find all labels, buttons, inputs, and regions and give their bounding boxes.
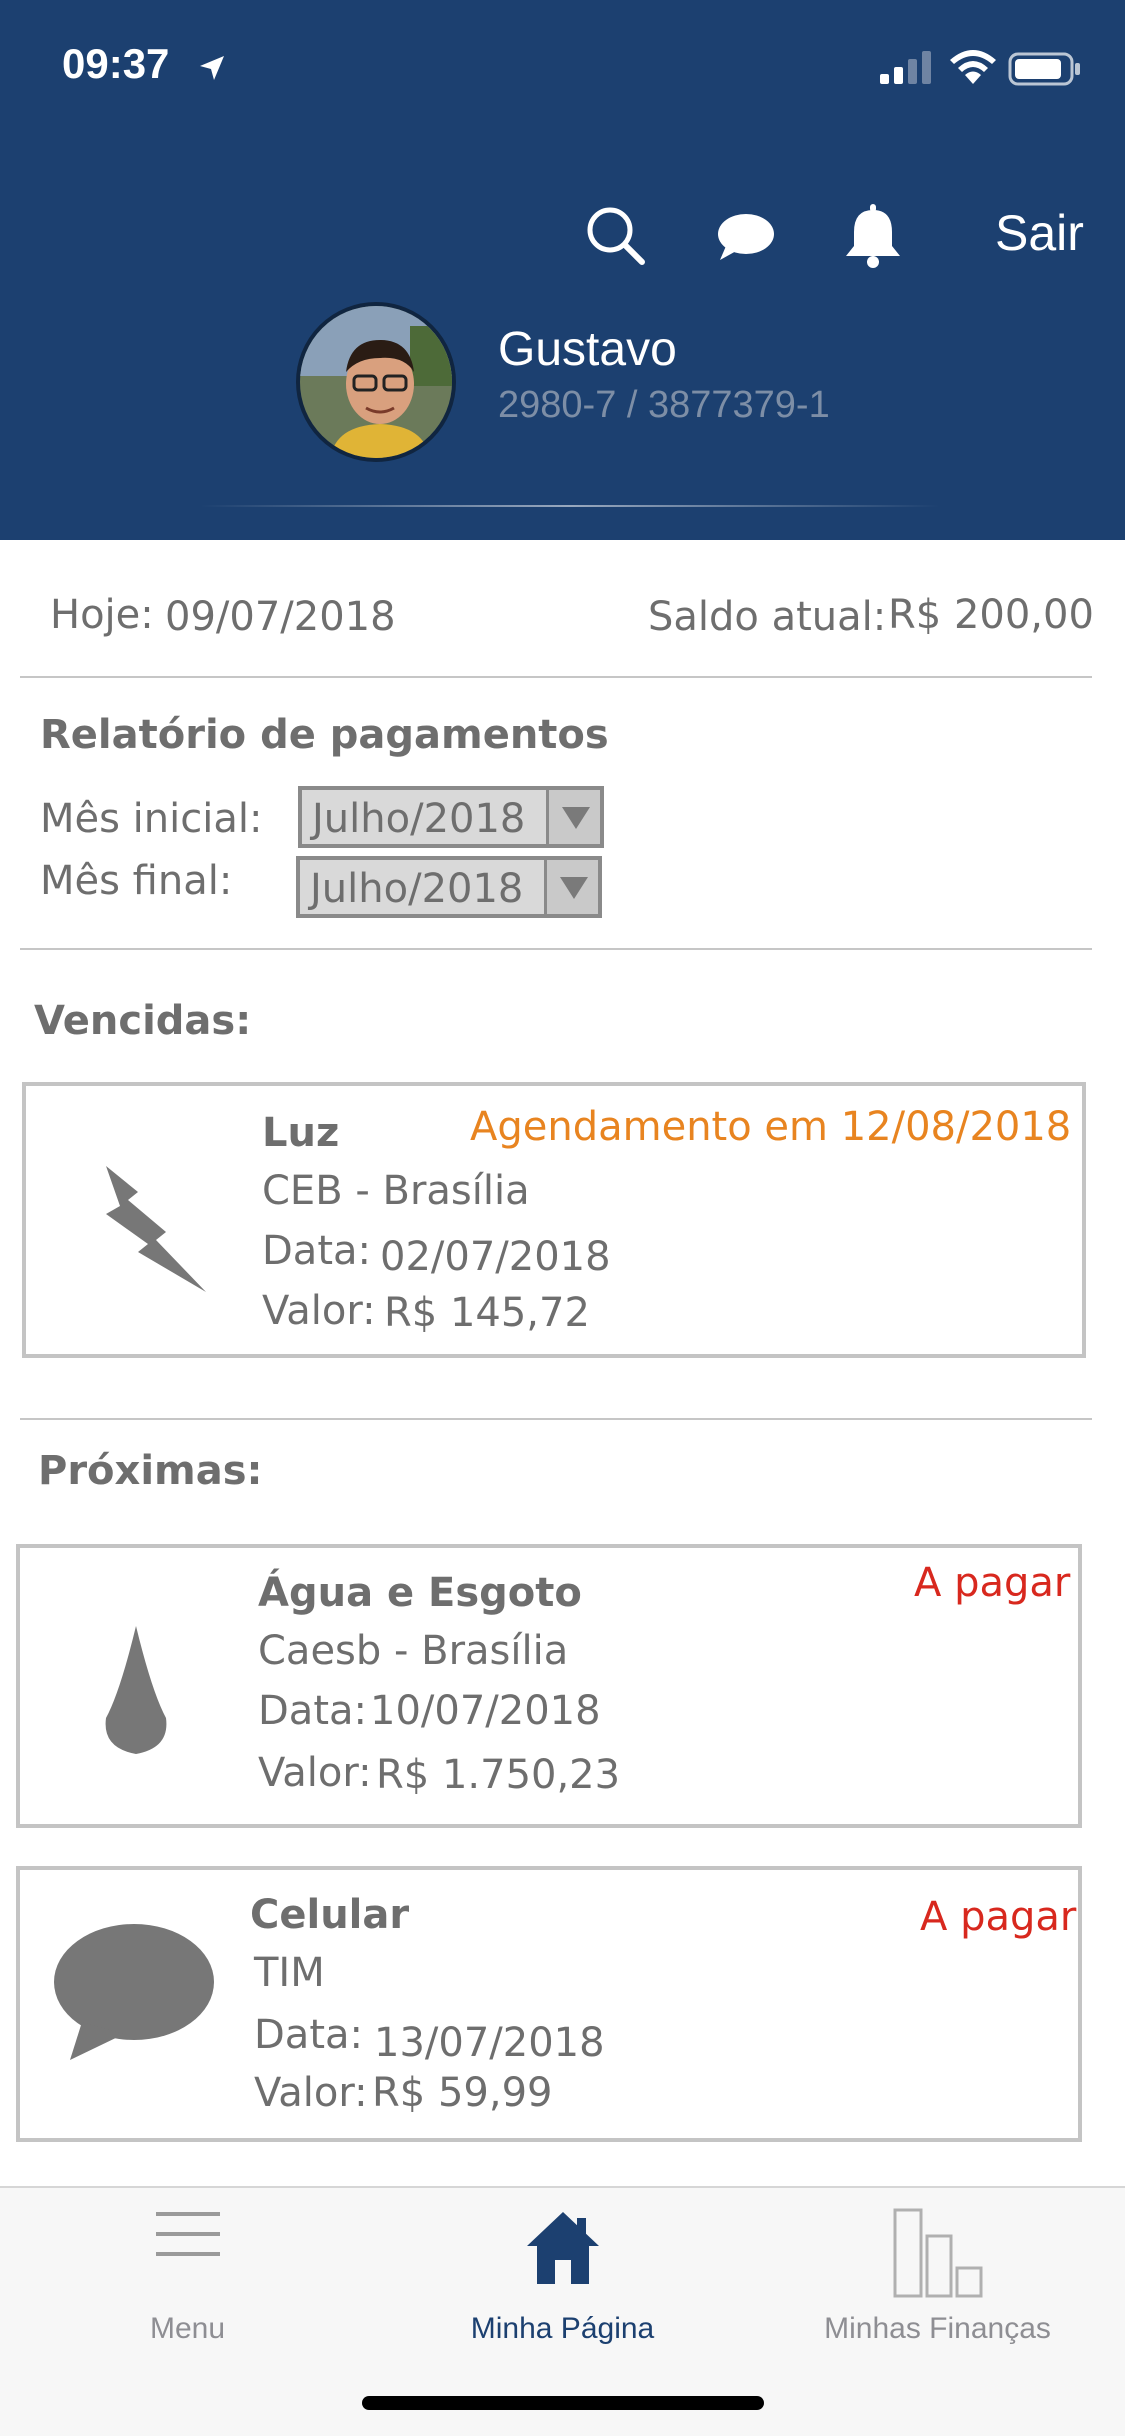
tab-label: Minha Página xyxy=(470,2312,655,2345)
bill-provider: TIM xyxy=(254,1950,325,1996)
today-label: Hoje: xyxy=(50,592,154,638)
lightning-icon xyxy=(106,1166,206,1292)
bill-title: Celular xyxy=(250,1892,410,1938)
bill-date: 02/07/2018 xyxy=(380,1234,611,1280)
bar-chart-icon xyxy=(893,2208,982,2298)
balance-value: R$ 200,00 xyxy=(888,592,1094,638)
status-bar: 09:37 xyxy=(0,0,1125,140)
end-month-select[interactable]: Julho/2018 xyxy=(296,856,602,918)
user-name: Gustavo xyxy=(498,323,677,376)
end-month-label: Mês final: xyxy=(40,858,233,904)
bill-card-celular[interactable]: Celular A pagar TIM Data: 13/07/2018 Val… xyxy=(16,1866,1082,2142)
bill-title: Luz xyxy=(262,1110,340,1156)
bill-status: A pagar xyxy=(914,1560,1071,1606)
report-title: Relatório de pagamentos xyxy=(40,712,609,758)
tab-minha-pagina[interactable]: Minha Página xyxy=(375,2188,750,2358)
logout-button[interactable]: Sair xyxy=(995,204,1084,262)
user-account-number: 2980-7 / 3877379-1 xyxy=(498,384,830,426)
start-month-label: Mês inicial: xyxy=(40,796,263,842)
water-drop-icon xyxy=(105,1626,167,1754)
bill-date-label: Data: xyxy=(262,1228,371,1274)
tab-label: Menu xyxy=(149,2312,226,2345)
app-header: 09:37 Sair Gustavo 2980-7 / 3877379-1 xyxy=(0,0,1125,540)
bill-provider: CEB - Brasília xyxy=(262,1168,530,1214)
today-value: 09/07/2018 xyxy=(165,594,396,640)
bill-date-label: Data: xyxy=(258,1688,367,1734)
status-time: 09:37 xyxy=(62,40,170,87)
chevron-down-icon[interactable] xyxy=(546,790,600,844)
bill-value: R$ 145,72 xyxy=(384,1290,590,1336)
bill-title: Água e Esgoto xyxy=(258,1570,582,1616)
tab-label: Minhas Finanças xyxy=(824,2312,1051,2345)
tab-minhas-financas[interactable]: Minhas Finanças xyxy=(750,2188,1125,2358)
user-photo xyxy=(300,306,452,458)
cellular-signal-icon xyxy=(880,51,931,84)
bill-date: 13/07/2018 xyxy=(374,2020,605,2066)
header-divider xyxy=(200,505,940,507)
home-icon xyxy=(526,2212,599,2284)
divider xyxy=(20,948,1092,950)
notification-bell-icon[interactable] xyxy=(838,200,908,270)
start-month-select[interactable]: Julho/2018 xyxy=(298,786,604,848)
balance-label: Saldo atual: xyxy=(648,594,887,640)
bill-card-agua[interactable]: Água e Esgoto A pagar Caesb - Brasília D… xyxy=(16,1544,1082,1828)
bill-value-label: Valor: xyxy=(254,2070,368,2116)
bill-date: 10/07/2018 xyxy=(370,1688,601,1734)
location-arrow-icon xyxy=(200,56,224,80)
bill-provider: Caesb - Brasília xyxy=(258,1628,569,1674)
divider xyxy=(20,676,1092,678)
divider xyxy=(20,1418,1092,1420)
avatar[interactable] xyxy=(296,302,456,462)
speech-bubble-icon xyxy=(54,1924,214,2060)
bill-value: R$ 59,99 xyxy=(372,2070,553,2116)
bill-value: R$ 1.750,23 xyxy=(376,1752,621,1798)
tab-menu[interactable]: Menu xyxy=(0,2188,375,2358)
bill-status: A pagar xyxy=(920,1894,1077,1940)
chat-icon[interactable] xyxy=(710,200,780,270)
end-month-value: Julho/2018 xyxy=(310,866,524,912)
bill-status: Agendamento em 12/08/2018 xyxy=(470,1104,1072,1150)
bill-value-label: Valor: xyxy=(262,1288,376,1334)
home-indicator[interactable] xyxy=(362,2396,764,2410)
bill-value-label: Valor: xyxy=(258,1750,372,1796)
overdue-heading: Vencidas: xyxy=(34,998,252,1044)
battery-icon xyxy=(1008,52,1080,86)
menu-icon xyxy=(155,2212,220,2256)
chevron-down-icon[interactable] xyxy=(544,860,598,914)
bill-date-label: Data: xyxy=(254,2012,363,2058)
wifi-icon xyxy=(950,50,996,84)
bill-card-luz[interactable]: Luz Agendamento em 12/08/2018 CEB - Bras… xyxy=(22,1082,1086,1358)
search-icon[interactable] xyxy=(580,200,650,270)
upcoming-heading: Próximas: xyxy=(38,1448,263,1494)
start-month-value: Julho/2018 xyxy=(312,796,526,842)
